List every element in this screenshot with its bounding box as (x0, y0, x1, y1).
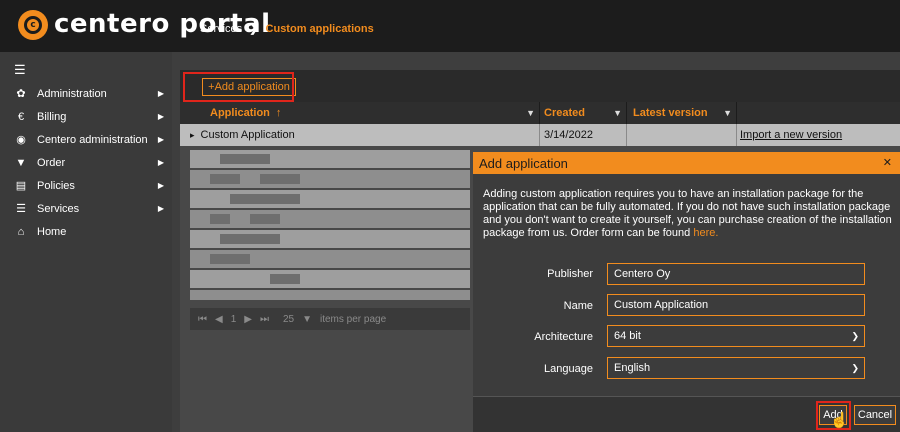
sort-asc-icon: ↑ (275, 107, 282, 119)
sidebar-item-policies[interactable]: ▤ Policies ▶ (0, 174, 172, 197)
dialog-title-bar: Add application ✕ (473, 152, 900, 174)
hamburger-menu-icon[interactable]: ☰ (14, 62, 26, 78)
last-page-icon[interactable]: ⏭ (260, 314, 269, 325)
column-header-latest-version[interactable]: Latest version ▼ (627, 102, 737, 124)
close-icon[interactable]: ✕ (883, 156, 892, 169)
breadcrumb-services[interactable]: Services (200, 23, 242, 35)
import-new-version-link[interactable]: Import a new version (740, 129, 842, 141)
page-number[interactable]: 1 (231, 314, 237, 325)
filter-icon[interactable]: ▼ (613, 108, 622, 118)
name-label: Name (563, 300, 593, 312)
dialog-description: Adding custom application requires you t… (483, 188, 893, 240)
centero-icon: ◉ (16, 134, 26, 146)
highlight-add-application (183, 72, 294, 102)
sidebar-item-services[interactable]: ☰ Services ▶ (0, 197, 172, 220)
gear-icon: ✿ (16, 88, 26, 100)
sidebar-item-order[interactable]: ▼ Order ▶ (0, 151, 172, 174)
column-label: Application (210, 107, 270, 119)
column-header-created[interactable]: Created ▼ (540, 102, 627, 124)
sidebar-item-billing[interactable]: € Billing ▶ (0, 105, 172, 128)
cell-latest-version (627, 124, 737, 146)
filter-icon[interactable]: ▼ (723, 108, 732, 118)
breadcrumb-separator-icon: ❯ (249, 23, 259, 35)
order-form-link[interactable]: here. (693, 227, 718, 239)
sidebar-item-label: Services (37, 202, 80, 215)
prev-page-icon[interactable]: ◀ (215, 314, 223, 325)
publisher-field[interactable]: Centero Oy (607, 263, 865, 285)
column-label: Latest version (633, 107, 708, 119)
sidebar-item-label: Administration (37, 87, 107, 100)
caret-right-icon: ▶ (157, 181, 164, 190)
next-page-icon[interactable]: ▶ (244, 314, 252, 325)
sidebar-item-label: Centero administration (37, 133, 148, 146)
sidebar: ☰ ✿ Administration ▶ € Billing ▶ ◉ Cente… (0, 52, 172, 432)
cell-action: Import a new version (737, 124, 900, 146)
sidebar-item-label: Billing (37, 110, 67, 123)
caret-right-icon: ▶ (157, 204, 164, 213)
description-text: Adding custom application requires you t… (483, 188, 892, 239)
cancel-button[interactable]: Cancel (854, 405, 896, 425)
breadcrumb: Services ❯ Custom applications (200, 22, 374, 35)
column-header-actions (737, 102, 900, 124)
services-icon: ☰ (16, 203, 26, 215)
table-row[interactable]: ▸ Custom Application 3/14/2022 Import a … (180, 124, 900, 146)
caret-right-icon: ▶ (157, 112, 164, 121)
hand-cursor-icon: ☝ (830, 412, 849, 429)
architecture-value: 64 bit (614, 330, 641, 342)
sidebar-item-label: Home (37, 225, 67, 238)
language-value: English (614, 362, 651, 374)
home-icon: ⌂ (17, 225, 25, 238)
name-field[interactable]: Custom Application (607, 294, 865, 316)
publisher-label: Publisher (547, 268, 593, 280)
cell-created: 3/14/2022 (540, 124, 627, 146)
architecture-select[interactable]: 64 bit ❯ (607, 325, 865, 347)
column-label: Created (544, 107, 585, 119)
chevron-down-icon: ❯ (851, 330, 859, 341)
chevron-down-icon[interactable]: ▼ (302, 314, 312, 325)
first-page-icon[interactable]: ⏮ (198, 314, 207, 325)
euro-icon: € (17, 110, 25, 123)
policy-icon: ▤ (15, 180, 27, 192)
caret-right-icon: ▶ (157, 135, 164, 144)
caret-right-icon: ▶ (157, 89, 164, 98)
filter-icon[interactable]: ▼ (526, 108, 535, 118)
cell-application: ▸ Custom Application (180, 124, 540, 146)
top-header: c centero portal Services ❯ Custom appli… (0, 0, 900, 52)
sidebar-item-label: Order (37, 156, 66, 169)
dialog-footer: Add ☝ Cancel (473, 396, 900, 432)
column-header-application[interactable]: Application ↑ ▼ (180, 102, 540, 124)
sidebar-item-centero-administration[interactable]: ◉ Centero administration ▶ (0, 128, 172, 151)
application-name: Custom Application (200, 129, 295, 141)
sidebar-item-administration[interactable]: ✿ Administration ▶ (0, 82, 172, 105)
language-select[interactable]: English ❯ (607, 357, 865, 379)
caret-right-icon: ▶ (157, 158, 164, 167)
sidebar-item-label: Policies (37, 179, 75, 192)
breadcrumb-current: Custom applications (265, 23, 374, 35)
grid-header: Application ↑ ▼ Created ▼ Latest version… (180, 102, 900, 124)
dialog-title: Add application (479, 155, 568, 171)
cart-icon: ▼ (15, 156, 27, 169)
page-size-select[interactable]: 25 (283, 314, 294, 325)
sidebar-item-home[interactable]: ⌂ Home (0, 220, 172, 243)
centero-logo-icon[interactable]: c (18, 10, 48, 40)
items-per-page-label: items per page (320, 313, 387, 325)
chevron-down-icon: ❯ (851, 362, 859, 373)
blurred-rows (190, 150, 470, 300)
architecture-label: Architecture (534, 331, 593, 343)
language-label: Language (544, 363, 593, 375)
grid-pager: ⏮ ◀ 1 ▶ ⏭ 25 ▼ items per page (190, 308, 470, 330)
add-application-dialog: Add application ✕ Adding custom applicat… (473, 152, 900, 432)
expand-row-icon[interactable]: ▸ (190, 130, 195, 141)
